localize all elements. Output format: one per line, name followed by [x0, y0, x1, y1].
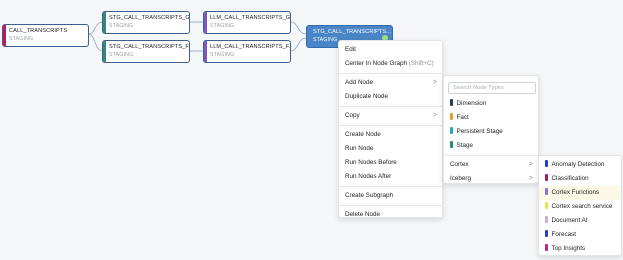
edge-llm-g-to-stg: [290, 21, 307, 35]
menu-item-edit[interactable]: Edit: [339, 43, 442, 57]
node-type-color-marker: [545, 201, 548, 209]
menu-item-label: Forecast: [551, 231, 577, 238]
cortex-item-classification[interactable]: Classification: [539, 172, 621, 186]
menu-item-label: Edit: [345, 46, 356, 53]
menu-item-label: Cortex search service: [551, 203, 613, 210]
menu-item-label: Classification: [551, 175, 589, 182]
menu-item-create-subgraph[interactable]: Create Subgraph: [339, 189, 442, 203]
node-type-item-dimension[interactable]: Dimension: [444, 97, 538, 111]
menu-item-label: Center In Node Graph: [345, 60, 407, 67]
node-type-color-marker: [545, 159, 548, 167]
menu-divider: [339, 73, 442, 74]
chevron-right-icon: >: [528, 175, 533, 182]
menu-divider: [339, 106, 442, 107]
node-name: STG_CALL_TRANSCRIPTS...: [313, 29, 392, 35]
node-type: STAGING: [9, 36, 34, 42]
menu-item-create-node[interactable]: Create Node: [339, 128, 442, 142]
cortex-item-document-ai[interactable]: Document AI: [539, 214, 621, 228]
menu-divider: [339, 125, 442, 126]
graph-node-stg-call-transcripts-f[interactable]: STG_CALL_TRANSCRIPTS_F... STAGING: [102, 40, 190, 63]
node-type-color-marker: [450, 112, 453, 120]
menu-item-duplicate-node[interactable]: Duplicate Node: [339, 90, 442, 104]
edge-call-to-stg-f: [87, 33, 104, 52]
menu-item-label: Document AI: [551, 217, 588, 224]
edge-llm-f-to-stg: [290, 37, 307, 52]
menu-item-label: Cortex Functions: [551, 189, 600, 196]
menu-item-label: Cortex: [450, 161, 469, 168]
menu-item-label: Run Nodes Before: [345, 159, 397, 166]
menu-item-center-in-node-graph[interactable]: Center In Node Graph (Shift+C): [339, 57, 442, 71]
node-type: STAGING: [109, 52, 134, 58]
menu-item-label: Iceberg: [450, 175, 472, 182]
chevron-right-icon: >: [528, 161, 533, 168]
cortex-item-top-insights[interactable]: Top Insights: [539, 242, 621, 256]
graph-node-call-transcripts[interactable]: CALL_TRANSCRIPTS STAGING: [2, 24, 89, 47]
menu-item-label: Run Nodes After: [345, 173, 392, 180]
menu-item-iceberg[interactable]: Iceberg >: [444, 172, 538, 186]
node-type: STAGING: [210, 23, 235, 29]
node-type-color-marker: [450, 126, 453, 134]
node-type-color-marker: [545, 243, 548, 251]
node-name: LLM_CALL_TRANSCRIPTS_F...: [210, 44, 291, 50]
node-type-item-fact[interactable]: Fact: [444, 111, 538, 125]
node-type: STAGING: [109, 23, 134, 29]
menu-item-run-node[interactable]: Run Node: [339, 142, 442, 156]
menu-item-label: Duplicate Node: [345, 93, 389, 100]
node-type-color-marker: [545, 173, 548, 181]
cortex-submenu: Anomaly Detection Classification Cortex …: [538, 155, 622, 256]
graph-node-stg-call-transcripts-g[interactable]: STG_CALL_TRANSCRIPTS_G... STAGING: [102, 11, 190, 34]
node-context-menu: Edit Center In Node Graph (Shift+C) Add …: [338, 40, 443, 218]
node-type: STAGING: [210, 52, 235, 58]
node-name: STG_CALL_TRANSCRIPTS_G...: [109, 15, 190, 21]
graph-node-llm-call-transcripts-g[interactable]: LLM_CALL_TRANSCRIPTS_G... STAGING: [203, 11, 291, 34]
cortex-item-anomaly-detection[interactable]: Anomaly Detection: [539, 158, 621, 172]
cortex-item-forecast[interactable]: Forecast: [539, 228, 621, 242]
cortex-item-cortex-search-service[interactable]: Cortex search service: [539, 200, 621, 214]
menu-item-label: Top Insights: [551, 245, 586, 252]
menu-item-label: Create Subgraph: [345, 192, 393, 199]
chevron-right-icon: >: [432, 79, 437, 86]
edge-call-to-stg-g: [87, 21, 104, 35]
node-name: LLM_CALL_TRANSCRIPTS_G...: [210, 15, 291, 21]
menu-item-run-nodes-before[interactable]: Run Nodes Before: [339, 156, 442, 170]
node-name: STG_CALL_TRANSCRIPTS_F...: [109, 44, 190, 50]
menu-item-label: Fact: [456, 114, 469, 121]
node-type-color-marker: [545, 215, 548, 223]
menu-item-copy[interactable]: Copy >: [339, 109, 442, 123]
add-node-submenu: Dimension Fact Persistent Stage Stage Co…: [443, 75, 539, 184]
menu-item-label: Copy: [345, 112, 360, 119]
chevron-right-icon: >: [432, 112, 437, 119]
search-node-types-input[interactable]: [448, 82, 536, 94]
menu-item-label: Persistent Stage: [456, 128, 503, 135]
menu-item-label: Anomaly Detection: [551, 161, 605, 168]
menu-item-delete-node[interactable]: Delete Node: [339, 208, 442, 222]
menu-divider: [444, 155, 538, 156]
node-type-item-stage[interactable]: Stage: [444, 139, 538, 153]
node-type-color-marker: [545, 229, 548, 237]
node-type-color-marker: [450, 98, 453, 106]
menu-item-label: Create Node: [345, 131, 381, 138]
menu-divider: [339, 205, 442, 206]
node-name: CALL_TRANSCRIPTS: [9, 28, 68, 34]
menu-divider: [339, 186, 442, 187]
menu-item-cortex[interactable]: Cortex >: [444, 158, 538, 172]
menu-item-label: Add Node: [345, 79, 374, 86]
shortcut-hint: (Shift+C): [408, 60, 434, 67]
menu-item-label: Run Node: [345, 145, 374, 152]
menu-item-label: Delete Node: [345, 211, 381, 218]
menu-item-label: Dimension: [456, 100, 487, 107]
cortex-item-cortex-functions[interactable]: Cortex Functions: [539, 186, 621, 200]
menu-item-run-nodes-after[interactable]: Run Nodes After: [339, 170, 442, 184]
node-type-color-marker: [450, 140, 453, 148]
graph-node-llm-call-transcripts-f[interactable]: LLM_CALL_TRANSCRIPTS_F... STAGING: [203, 40, 291, 63]
menu-item-add-node[interactable]: Add Node >: [339, 76, 442, 90]
node-type-color-marker: [545, 187, 548, 195]
node-type-item-persistent-stage[interactable]: Persistent Stage: [444, 125, 538, 139]
menu-item-label: Stage: [456, 142, 473, 149]
